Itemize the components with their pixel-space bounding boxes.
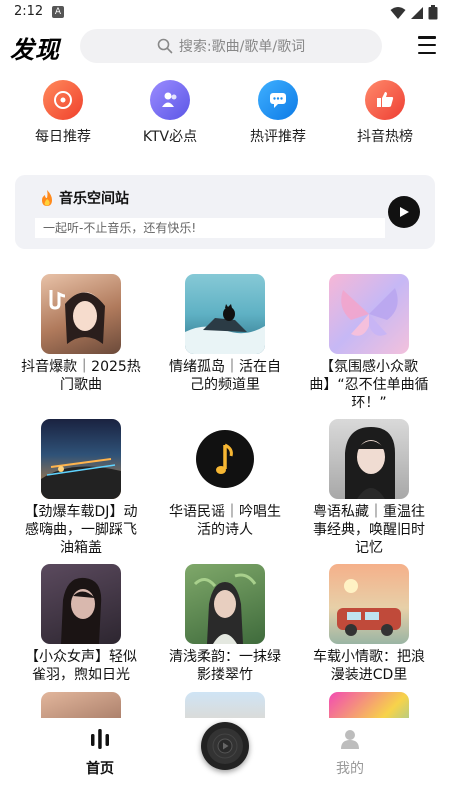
radio-title-row: 音乐空间站 bbox=[39, 188, 129, 208]
playlist-cover bbox=[185, 564, 265, 644]
disc-icon bbox=[43, 80, 83, 120]
playlist-cover bbox=[185, 419, 265, 499]
bottom-nav: 首页 我的 bbox=[0, 718, 450, 800]
playlist-title: 清浅柔韵：一抹绿影搂翠竹 bbox=[169, 649, 281, 683]
tab-mine-label: 我的 bbox=[336, 761, 364, 777]
playlist-card[interactable]: 华语民谣｜吟唱生活的诗人 bbox=[160, 419, 290, 539]
playlist-title: 【小众女声】轻似雀羽，煦如日光 bbox=[25, 649, 137, 683]
playlist-cover bbox=[329, 274, 409, 354]
thumbs-up-icon bbox=[365, 80, 405, 120]
playlist-title: 粤语私藏｜重温往事经典，唤醒旧时记忆 bbox=[313, 504, 425, 556]
status-bar: 2:12 A bbox=[0, 0, 450, 26]
wifi-icon bbox=[390, 6, 406, 19]
quick-nav: 每日推荐 KTV必点 热评推荐 抖音热榜 bbox=[0, 80, 450, 146]
now-playing-disc[interactable] bbox=[201, 722, 249, 770]
radio-title: 音乐空间站 bbox=[59, 191, 129, 207]
nav-hot-comments[interactable]: 热评推荐 bbox=[233, 80, 323, 146]
chat-icon bbox=[258, 80, 298, 120]
fire-icon bbox=[42, 190, 52, 206]
playlist-cover bbox=[41, 564, 121, 644]
nav-ktv[interactable]: KTV必点 bbox=[125, 80, 215, 146]
playlist-card[interactable]: 车载小情歌：把浪漫装进CD里 bbox=[304, 564, 434, 684]
page-title: 发现 bbox=[10, 36, 60, 64]
nav-douyin-chart[interactable]: 抖音热榜 bbox=[340, 80, 430, 146]
status-time: 2:12 bbox=[14, 4, 44, 19]
nav-label: 每日推荐 bbox=[35, 129, 91, 145]
playlist-card[interactable]: 清浅柔韵：一抹绿影搂翠竹 bbox=[160, 564, 290, 684]
status-icons bbox=[390, 5, 438, 20]
play-button[interactable] bbox=[388, 196, 420, 228]
music-space-card[interactable]: 音乐空间站 一起听-不止音乐，还有快乐! bbox=[15, 175, 435, 249]
signal-icon bbox=[411, 6, 423, 19]
playlist-card[interactable]: 【劲爆车载DJ】动感嗨曲，一脚踩飞油箱盖 bbox=[16, 419, 146, 557]
menu-icon[interactable] bbox=[418, 36, 436, 54]
search-icon bbox=[157, 38, 173, 54]
header: 发现 搜索:歌曲/歌单/歌词 bbox=[0, 28, 450, 66]
playlist-card[interactable]: 抖音爆款｜2025热门歌曲 bbox=[16, 274, 146, 394]
audio-bars-icon bbox=[91, 729, 109, 749]
playlist-title: 【氛围感小众歌曲】“忍不住单曲循环！” bbox=[309, 359, 429, 411]
users-icon bbox=[150, 80, 190, 120]
radio-subtitle: 一起听-不止音乐，还有快乐! bbox=[35, 218, 385, 238]
playlist-title: 华语民谣｜吟唱生活的诗人 bbox=[169, 504, 281, 538]
play-icon bbox=[400, 207, 409, 217]
playlist-card[interactable]: 【小众女声】轻似雀羽，煦如日光 bbox=[16, 564, 146, 684]
tab-mine[interactable]: 我的 bbox=[320, 728, 380, 778]
tab-home-label: 首页 bbox=[86, 761, 114, 777]
playlist-title: 抖音爆款｜2025热门歌曲 bbox=[21, 359, 141, 393]
playlist-title: 【劲爆车载DJ】动感嗨曲，一脚踩飞油箱盖 bbox=[24, 504, 138, 556]
playlist-card[interactable]: 粤语私藏｜重温往事经典，唤醒旧时记忆 bbox=[304, 419, 434, 557]
nav-daily-recommend[interactable]: 每日推荐 bbox=[18, 80, 108, 146]
search-input[interactable]: 搜索:歌曲/歌单/歌词 bbox=[80, 29, 382, 63]
playlist-title: 情绪孤岛｜活在自己的频道里 bbox=[169, 359, 281, 393]
playlist-card[interactable]: 【氛围感小众歌曲】“忍不住单曲循环！” bbox=[304, 274, 434, 412]
battery-icon bbox=[428, 5, 438, 20]
playlist-cover bbox=[41, 419, 121, 499]
nav-label: KTV必点 bbox=[142, 129, 198, 145]
notification-icon: A bbox=[52, 6, 64, 18]
tab-home[interactable]: 首页 bbox=[70, 728, 130, 778]
nav-label: 热评推荐 bbox=[250, 129, 306, 145]
playlist-cover bbox=[185, 274, 265, 354]
user-icon bbox=[341, 730, 359, 749]
playlist-card[interactable]: 情绪孤岛｜活在自己的频道里 bbox=[160, 274, 290, 394]
playlist-title: 车载小情歌：把浪漫装进CD里 bbox=[313, 649, 425, 683]
nav-label: 抖音热榜 bbox=[357, 129, 413, 145]
playlist-cover bbox=[329, 419, 409, 499]
playlist-cover bbox=[329, 564, 409, 644]
search-placeholder: 搜索:歌曲/歌单/歌词 bbox=[178, 39, 306, 55]
playlist-cover bbox=[41, 274, 121, 354]
disc-play-icon bbox=[207, 728, 243, 764]
